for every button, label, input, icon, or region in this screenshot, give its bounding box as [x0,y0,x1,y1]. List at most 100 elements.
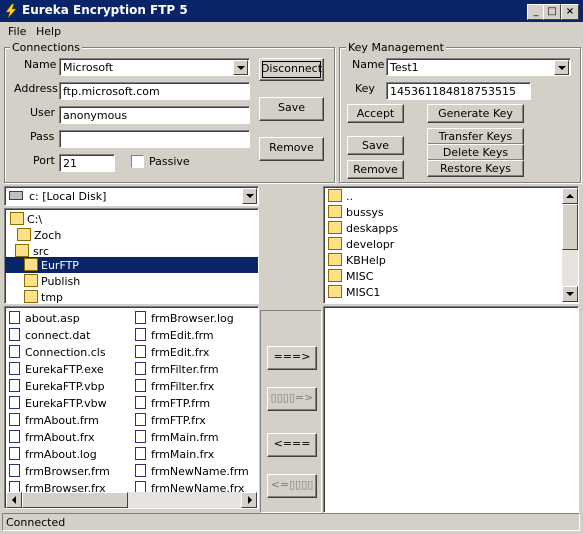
file-label: frmFilter.frx [151,380,215,393]
remote-folder-item[interactable]: .. [324,188,560,204]
maximize-button[interactable]: □ [543,4,561,20]
remote-file-list[interactable] [323,306,579,513]
key-remove-button[interactable]: Remove [347,160,404,179]
menu-file[interactable]: File [8,25,26,38]
status-bar: Connected [2,513,580,531]
connection-remove-button[interactable]: Remove [259,137,324,161]
file-label: frmFTP.frm [151,397,211,410]
upload-encrypted-button[interactable]: ▯▯▯▯=> [267,387,317,411]
remote-folder-item[interactable]: bussys [324,204,560,220]
local-file-list[interactable]: about.asp connect.dat Connection.cls Eureka… [4,306,259,509]
folder-icon [24,274,38,287]
remote-folder-label: MISC1 [346,286,381,299]
vertical-scrollbar[interactable] [562,188,578,302]
close-button[interactable]: × [561,4,579,20]
restore-keys-button[interactable]: Restore Keys [427,160,524,177]
folder-label: tmp [41,291,64,304]
passive-label: Passive [149,155,190,168]
name-label: Name [24,58,57,71]
remote-folder-item[interactable]: KBHelp [324,252,560,268]
download-encrypted-button[interactable]: <=▯▯▯▯ [267,474,317,498]
connection-name-combo[interactable]: Microsoft [59,58,250,76]
file-icon [135,464,146,477]
file-icon [9,311,20,324]
scroll-thumb[interactable] [22,492,128,508]
chevron-down-icon[interactable] [233,60,248,75]
open-folder-icon [17,228,31,241]
horizontal-scrollbar[interactable] [6,492,257,508]
folder-label: Publish [41,275,81,288]
remote-folder-item[interactable]: MISC1 [324,284,560,300]
user-value: anonymous [63,109,128,122]
generate-key-button[interactable]: Generate Key [427,104,524,123]
chevron-down-icon[interactable] [242,188,257,204]
title-bar[interactable]: Eureka Encryption FTP 5 _ □ × [0,0,583,22]
status-text: Connected [6,516,66,529]
remote-folder-label: bussys [346,206,384,219]
file-label: EurekaFTP.vbw [25,397,107,410]
file-icon [135,379,146,392]
local-folder-tree[interactable]: C:\ Zoch src EurFTP Publish tmp [4,208,259,304]
connections-title: Connections [10,41,82,54]
key-name-combo[interactable]: Test1 [386,58,571,76]
connection-save-button[interactable]: Save [259,97,324,121]
open-folder-icon [10,212,24,225]
scroll-thumb[interactable] [562,204,578,250]
folder-icon [328,221,342,234]
download-button[interactable]: <=== [267,433,317,457]
passive-checkbox[interactable] [131,155,144,168]
remote-folder-label: developr [346,238,395,251]
password-field[interactable] [59,130,250,148]
hard-disk-icon [9,191,23,200]
disconnect-button[interactable]: Disconnect [259,58,324,81]
folder-icon [328,205,342,218]
scroll-right-button[interactable] [241,492,257,508]
file-icon [9,447,20,460]
port-field[interactable]: 21 [59,154,115,172]
file-icon [9,379,20,392]
delete-keys-button[interactable]: Delete Keys [427,144,524,161]
remote-folder-item[interactable]: developr [324,236,560,252]
file-label: frmNewName.frm [151,465,249,478]
scroll-up-button[interactable] [562,188,578,204]
file-icon [9,345,20,358]
file-icon [9,413,20,426]
folder-item[interactable]: Publish [5,273,255,289]
key-management-title: Key Management [346,41,446,54]
remote-folder-item[interactable]: deskapps [324,220,560,236]
key-name-value: Test1 [390,61,419,74]
chevron-down-icon[interactable] [554,60,569,75]
scroll-down-button[interactable] [562,286,578,302]
folder-icon [328,285,342,298]
folder-item[interactable]: tmp [5,289,255,304]
remote-folder-list[interactable]: .. bussys deskapps developr KBHelp MISC MISC1 [323,186,579,304]
upload-button[interactable]: ===> [267,346,317,370]
remote-folder-label: .. [346,190,353,203]
user-field[interactable]: anonymous [59,106,250,124]
folder-item[interactable]: C:\ [5,211,255,227]
folder-icon [328,253,342,266]
folder-item-selected[interactable]: EurFTP [5,257,258,273]
file-label: frmAbout.log [25,448,97,461]
pass-label: Pass [30,130,55,143]
file-label: connect.dat [25,329,91,342]
transfer-keys-button[interactable]: Transfer Keys [427,128,524,145]
folder-item[interactable]: Zoch [5,227,255,243]
file-label: frmFTP.frx [151,414,206,427]
file-icon [135,328,146,341]
drive-combo[interactable]: c: [Local Disk] [4,186,259,206]
lightning-icon [5,3,17,19]
menu-help[interactable]: Help [36,25,61,38]
scroll-left-button[interactable] [6,492,22,508]
address-field[interactable]: ftp.microsoft.com [59,82,250,100]
file-label: frmBrowser.log [151,312,234,325]
folder-label: EurFTP [41,259,79,272]
accept-button[interactable]: Accept [347,104,404,123]
file-label: frmMain.frm [151,431,219,444]
port-label: Port [33,154,55,167]
key-save-button[interactable]: Save [347,136,404,155]
key-field[interactable]: 145361184818753515 [386,82,531,100]
file-icon [9,396,20,409]
remote-folder-label: deskapps [346,222,399,235]
remote-folder-item[interactable]: MISC [324,268,560,284]
